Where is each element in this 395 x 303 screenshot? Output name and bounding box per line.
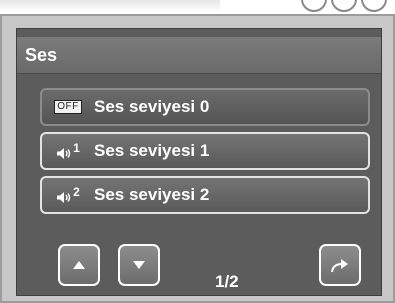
speaker-glyph [57, 192, 71, 203]
option-label: Ses seviyesi 2 [94, 185, 210, 204]
decor-circle [331, 0, 357, 12]
decor-circle [361, 0, 387, 12]
top-decoration [301, 0, 387, 12]
page-indicator: 1/2 [215, 272, 239, 291]
decor-circle [301, 0, 327, 12]
arrow-down-icon [133, 261, 145, 269]
speaker-icon: 2 [42, 186, 94, 204]
off-icon: OFF [42, 100, 94, 114]
option-volume-1[interactable]: 1 Ses seviyesi 1 [40, 132, 370, 170]
device-frame: Ses OFF Ses seviyesi 0 1 Ses seviyesi 1 … [0, 14, 395, 303]
option-volume-0[interactable]: OFF Ses seviyesi 0 [40, 88, 370, 126]
volume-level: 1 [73, 141, 80, 155]
arrow-up-icon [73, 261, 85, 269]
speaker-icon: 1 [42, 142, 94, 160]
off-badge: OFF [54, 100, 82, 114]
scroll-down-button[interactable] [118, 244, 160, 286]
scroll-up-button[interactable] [58, 244, 100, 286]
camera-screen: Ses OFF Ses seviyesi 0 1 Ses seviyesi 1 … [16, 28, 382, 296]
volume-level: 2 [73, 185, 80, 199]
return-arrow-icon [331, 259, 348, 273]
option-volume-2[interactable]: 2 Ses seviyesi 2 [40, 176, 370, 214]
return-button[interactable] [319, 244, 361, 286]
top-shade [0, 0, 220, 12]
option-label: Ses seviyesi 1 [94, 141, 210, 160]
speaker-glyph [57, 148, 71, 159]
menu-title: Ses [17, 37, 381, 74]
option-label: Ses seviyesi 0 [94, 97, 210, 116]
